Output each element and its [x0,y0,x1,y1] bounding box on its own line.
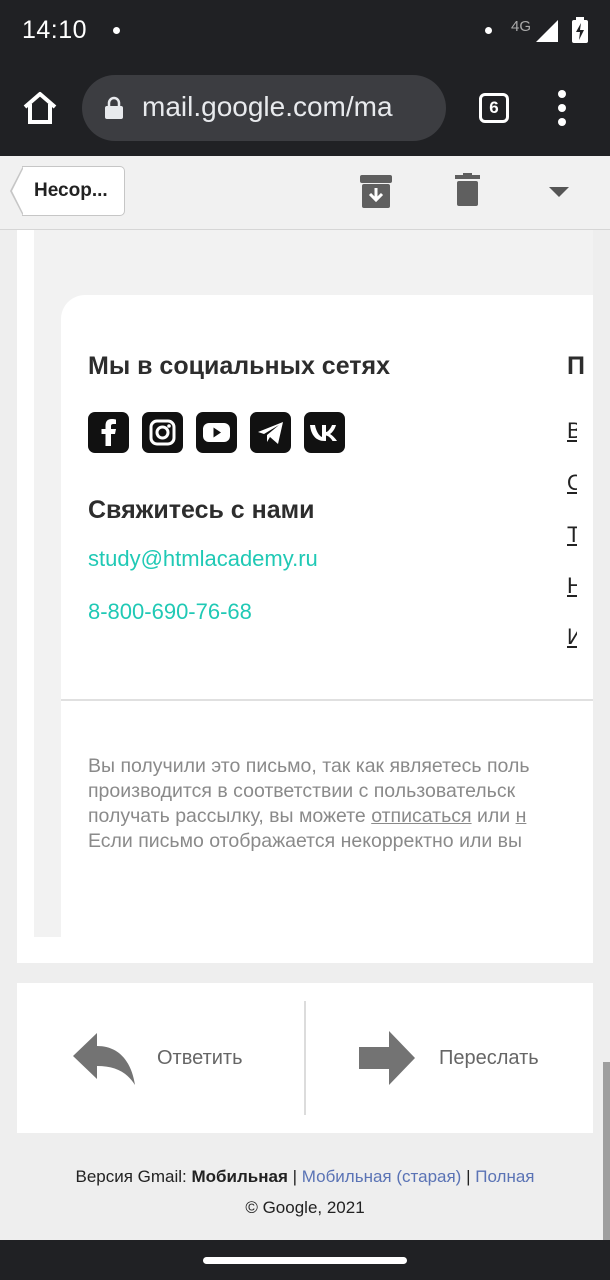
second-column-link[interactable]: И [567,624,577,652]
more-actions-dropdown-icon[interactable] [549,187,569,197]
reply-button[interactable]: Ответить [17,983,304,1133]
second-column-link[interactable]: О [567,470,577,498]
status-bar: 14:10 4G [0,0,610,64]
second-column-link[interactable]: В [567,418,577,446]
home-icon[interactable] [20,88,60,128]
forward-button[interactable]: Переслать [306,983,593,1133]
back-button-arrow [12,167,24,215]
unsubscribe-link[interactable]: отписаться [371,805,471,827]
url-text: mail.google.com/ma [142,91,393,122]
instagram-icon[interactable] [142,412,183,453]
notification-dot [113,27,120,34]
lock-icon [105,96,123,119]
facebook-icon[interactable] [88,412,129,453]
footer-link[interactable]: н [516,805,527,827]
battery-icon [572,17,588,43]
gmail-version: Версия Gmail: Мобильная | Мобильная (ста… [75,1167,535,1186]
notification-dot [485,27,492,34]
archive-icon[interactable] [360,175,392,208]
version-current: Мобильная [191,1167,288,1186]
back-to-folder-button[interactable]: Несор... [22,166,125,216]
tab-switcher-button[interactable]: 6 [479,93,509,123]
telegram-icon[interactable] [250,412,291,453]
overflow-menu-icon[interactable] [550,88,574,128]
status-time: 14:10 [22,16,88,44]
contact-phone-link[interactable]: 8-800-690-76-68 [88,599,252,625]
forward-label: Переслать [439,1047,539,1069]
system-nav-bar [0,1240,610,1280]
forward-icon [359,1031,415,1085]
network-type: 4G [511,18,532,35]
second-column-link[interactable]: Н [567,573,577,601]
footer-line: Если письмо отображается некорректно или… [88,830,523,852]
footer-line: получать рассылку, вы можете отписаться … [88,805,527,827]
footer-line: Вы получили это письмо, так как являетес… [88,755,530,777]
message-body: Мы в социальных сетях П Свяжитесь с нами… [17,230,593,963]
version-full-link[interactable]: Полная [475,1167,534,1186]
email-footer-text: Вы получили это письмо, так как являетес… [88,754,593,854]
email-divider [61,699,593,701]
reply-icon [73,1033,135,1085]
reply-label: Ответить [157,1047,243,1069]
copyright: © Google, 2021 [245,1198,365,1217]
home-gesture-bar[interactable] [203,1257,407,1264]
gmail-toolbar: Несор... [0,156,610,230]
youtube-icon[interactable] [196,412,237,453]
vk-icon[interactable] [304,412,345,453]
message-actions: Ответить Переслать [17,983,593,1133]
contact-heading: Свяжитесь с нами [88,496,315,524]
address-bar[interactable]: mail.google.com/ma [82,75,446,141]
browser-toolbar: mail.google.com/ma 6 [0,64,610,156]
scrollbar[interactable] [603,1062,610,1240]
footer-line: производится в соответствии с пользовате… [88,780,516,802]
signal-icon [536,20,558,42]
social-heading: Мы в социальных сетях [88,352,391,380]
contact-email-link[interactable]: study@htmlacademy.ru [88,546,318,572]
second-column-link[interactable]: Т [567,522,577,550]
trash-icon[interactable] [455,173,480,206]
second-column-heading: П [567,352,585,380]
version-old-link[interactable]: Мобильная (старая) [302,1167,462,1186]
